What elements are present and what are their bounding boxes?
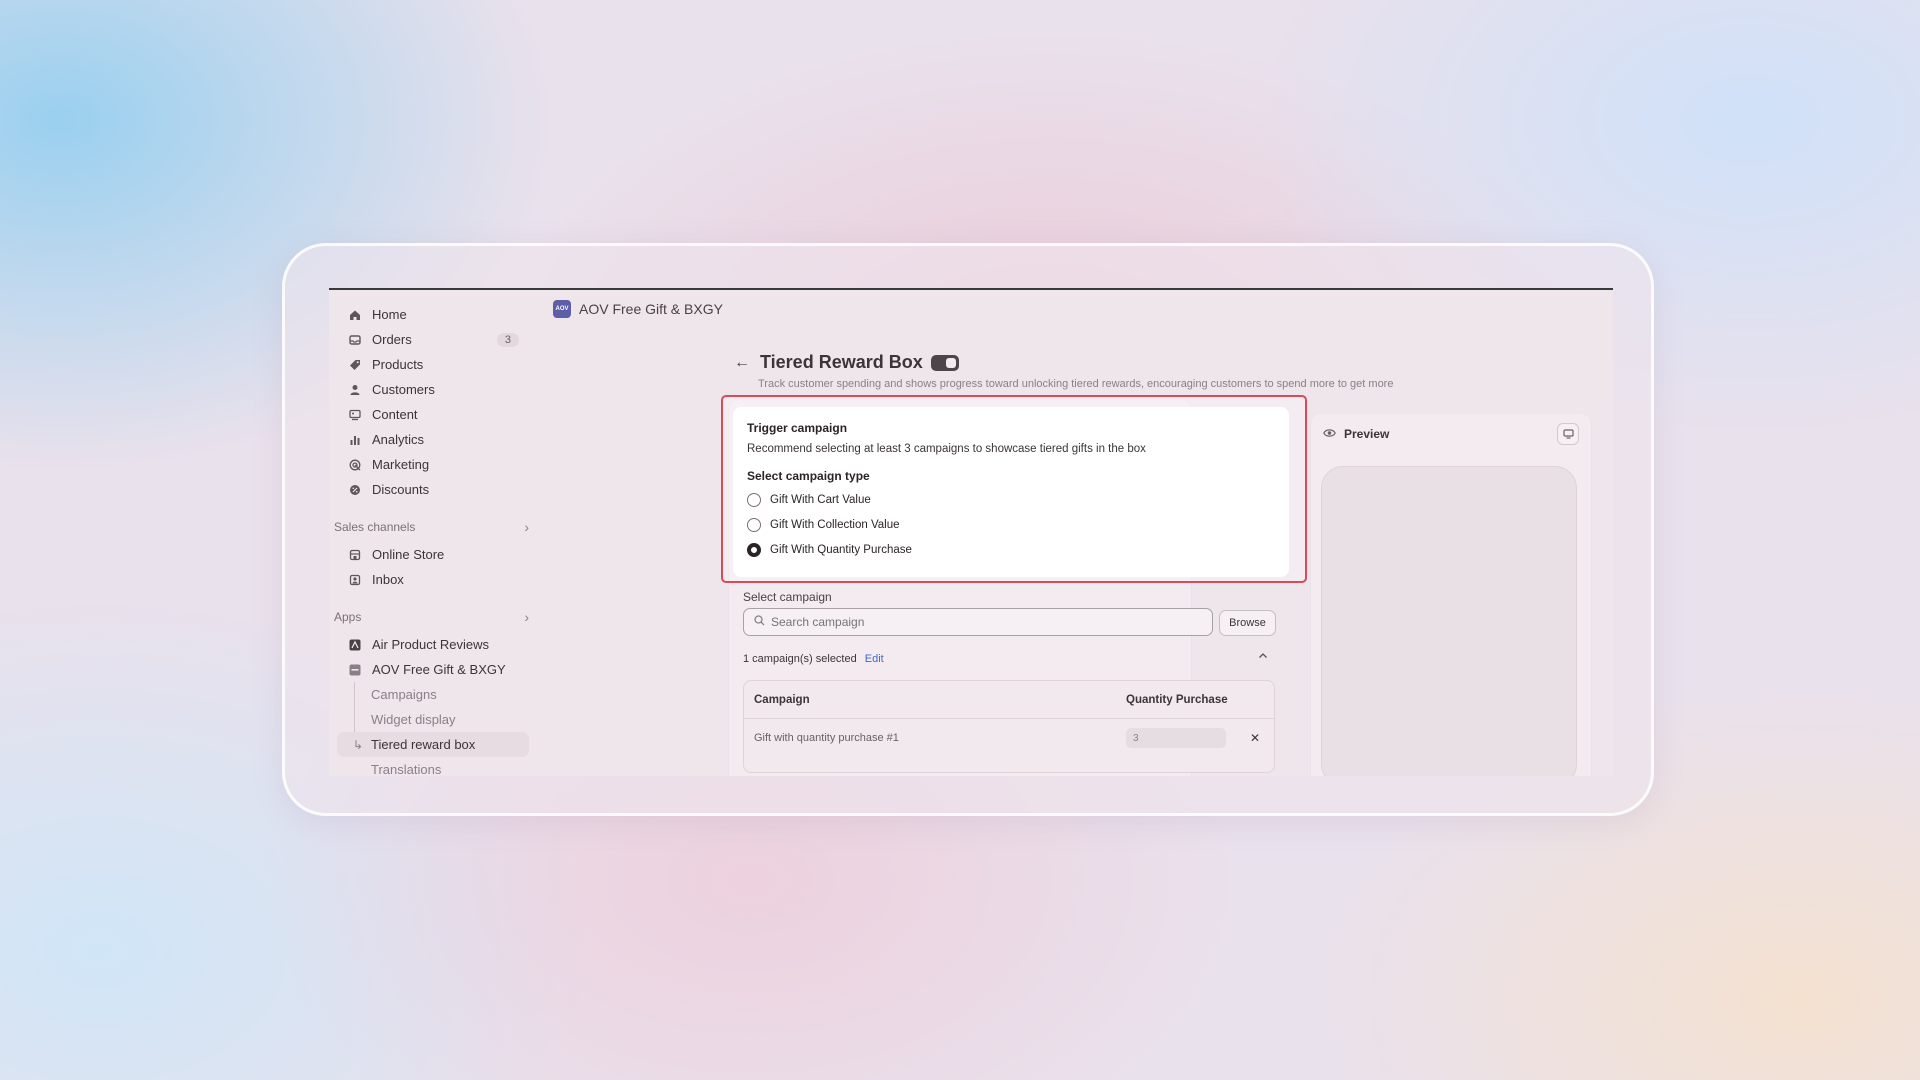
col-header-quantity: Quantity Purchase <box>1126 693 1228 706</box>
sidebar-item-label: Discounts <box>372 482 430 497</box>
back-arrow-icon[interactable]: ← <box>734 354 750 372</box>
radio-cart-value[interactable]: Gift With Cart Value <box>747 491 1275 508</box>
preview-panel: Preview <box>1311 414 1591 776</box>
remove-icon[interactable]: ✕ <box>1246 731 1264 745</box>
search-icon <box>754 615 765 629</box>
page-subtitle: Track customer spending and shows progre… <box>758 378 1394 390</box>
chevron-right-icon: › <box>524 609 529 625</box>
search-input[interactable] <box>771 615 1171 629</box>
selected-count-text: 1 campaign(s) selected <box>743 653 857 665</box>
sidebar-item-label: Analytics <box>372 432 425 447</box>
admin-screen: Home Orders 3 Products Customers Content… <box>329 288 1613 776</box>
sidebar-item-marketing[interactable]: Marketing <box>337 452 529 477</box>
sidebar-item-home[interactable]: Home <box>337 302 529 327</box>
preview-title: Preview <box>1344 427 1390 441</box>
section-title: Sales channels <box>334 520 416 534</box>
apps-header[interactable]: Apps › <box>329 606 541 628</box>
aov-app-icon <box>347 662 363 678</box>
sidebar-item-label: Customers <box>372 382 435 397</box>
sidebar-item-analytics[interactable]: Analytics <box>337 427 529 452</box>
bar-chart-icon <box>347 432 363 448</box>
campaign-type-label: Select campaign type <box>747 469 870 483</box>
target-icon <box>347 457 363 473</box>
sidebar-item-label: Orders <box>372 332 412 347</box>
table-header: Campaign Quantity Purchase <box>744 681 1274 719</box>
orders-count-badge: 3 <box>496 332 519 347</box>
sidebar: Home Orders 3 Products Customers Content… <box>329 290 541 776</box>
trigger-description: Recommend selecting at least 3 campaigns… <box>747 443 1146 455</box>
orders-icon <box>347 332 363 348</box>
sidebar-item-online-store[interactable]: Online Store <box>337 542 529 567</box>
radio-label: Gift With Collection Value <box>770 518 900 531</box>
browse-button[interactable]: Browse <box>1219 610 1276 636</box>
sidebar-item-orders[interactable]: Orders 3 <box>337 327 529 352</box>
preview-header: Preview <box>1311 414 1591 454</box>
radio-button[interactable] <box>747 492 761 507</box>
radio-label: Gift With Cart Value <box>770 493 871 506</box>
quantity-cell <box>1126 728 1246 748</box>
chevron-up-icon[interactable] <box>1258 650 1268 664</box>
discount-icon <box>347 482 363 498</box>
desktop-device-icon[interactable] <box>1557 423 1579 445</box>
sub-item-translations[interactable]: Translations <box>337 757 529 776</box>
sidebar-item-air-product-reviews[interactable]: Air Product Reviews <box>337 632 529 657</box>
selected-count: 1 campaign(s) selected Edit <box>743 653 884 665</box>
sidebar-item-label: Content <box>372 407 418 422</box>
sidebar-item-label: Inbox <box>372 572 404 587</box>
person-icon <box>347 382 363 398</box>
sub-item-tiered-reward-box[interactable]: Tiered reward box <box>337 732 529 757</box>
col-header-campaign: Campaign <box>754 693 810 706</box>
sidebar-item-aov-app[interactable]: AOV Free Gift & BXGY <box>337 657 529 682</box>
app-title: AOV Free Gift & BXGY <box>579 301 723 317</box>
sidebar-item-label: Products <box>372 357 424 372</box>
home-icon <box>347 307 363 323</box>
aov-logo: AOV <box>553 300 571 318</box>
sidebar-item-content[interactable]: Content <box>337 402 529 427</box>
sub-item-widget-display[interactable]: Widget display <box>337 707 529 732</box>
sidebar-item-label: Marketing <box>372 457 430 472</box>
app-sub-nav: Campaigns Widget display Tiered reward b… <box>329 682 541 776</box>
radio-button-selected[interactable] <box>747 542 761 557</box>
sidebar-item-label: Online Store <box>372 547 445 562</box>
store-icon <box>347 547 363 563</box>
radio-quantity-purchase[interactable]: Gift With Quantity Purchase <box>747 541 1275 558</box>
sales-channels-header[interactable]: Sales channels › <box>329 516 541 538</box>
trigger-campaign-card: Trigger campaign Recommend selecting at … <box>733 407 1289 577</box>
air-reviews-icon <box>347 637 363 653</box>
campaign-table: Campaign Quantity Purchase Gift with qua… <box>743 680 1275 773</box>
page-header: ← Tiered Reward Box <box>734 352 959 373</box>
radio-label: Gift With Quantity Purchase <box>770 543 912 556</box>
sub-item-campaigns[interactable]: Campaigns <box>337 682 529 707</box>
radio-collection-value[interactable]: Gift With Collection Value <box>747 516 1275 533</box>
tag-icon <box>347 357 363 373</box>
sidebar-item-label: Air Product Reviews <box>372 637 490 652</box>
eye-icon <box>1323 427 1336 441</box>
page-title: Tiered Reward Box <box>760 352 923 372</box>
sidebar-item-label: AOV Free Gift & BXGY <box>372 662 506 677</box>
trigger-title: Trigger campaign <box>747 421 848 435</box>
device-frame: Home Orders 3 Products Customers Content… <box>282 243 1654 816</box>
enable-toggle[interactable] <box>930 354 959 371</box>
select-campaign-label: Select campaign <box>743 590 832 604</box>
app-header: AOV AOV Free Gift & BXGY <box>553 300 723 318</box>
inbox-icon <box>347 572 363 588</box>
sidebar-item-customers[interactable]: Customers <box>337 377 529 402</box>
sidebar-item-label: Home <box>372 307 407 322</box>
edit-link[interactable]: Edit <box>865 653 884 665</box>
sidebar-item-discounts[interactable]: Discounts <box>337 477 529 502</box>
sidebar-item-inbox[interactable]: Inbox <box>337 567 529 592</box>
campaign-search[interactable] <box>743 608 1213 636</box>
preview-phone-canvas <box>1321 466 1577 776</box>
chevron-right-icon: › <box>524 519 529 535</box>
content-icon <box>347 407 363 423</box>
campaign-name: Gift with quantity purchase #1 <box>754 732 899 744</box>
section-title: Apps <box>334 610 362 624</box>
quantity-input[interactable] <box>1126 728 1226 748</box>
table-row: Gift with quantity purchase #1 ✕ <box>744 719 1274 757</box>
radio-button[interactable] <box>747 517 761 532</box>
sidebar-item-products[interactable]: Products <box>337 352 529 377</box>
